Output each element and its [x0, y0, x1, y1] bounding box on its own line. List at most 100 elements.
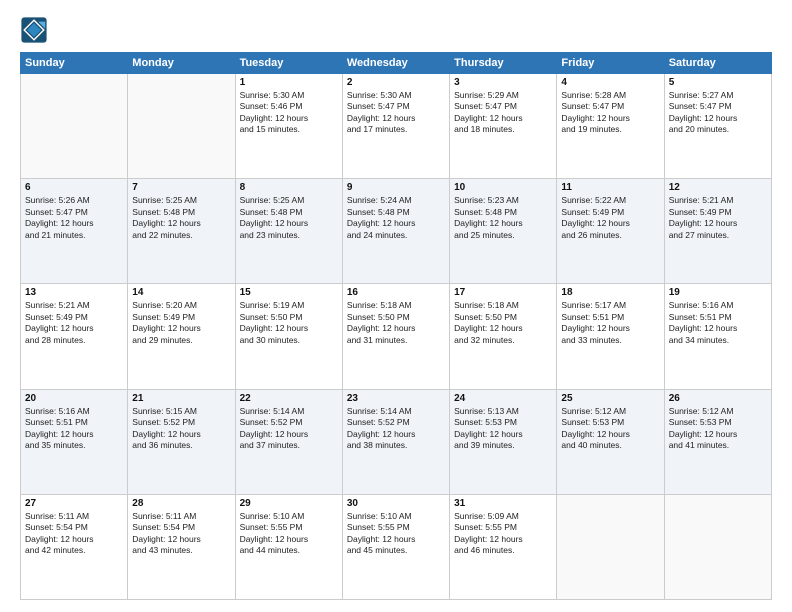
day-info: Sunrise: 5:16 AM Sunset: 5:51 PM Dayligh… — [669, 300, 767, 346]
calendar-cell: 27 Sunrise: 5:11 AM Sunset: 5:54 PM Dayli… — [21, 494, 128, 599]
calendar-cell: 22 Sunrise: 5:14 AM Sunset: 5:52 PM Dayli… — [235, 389, 342, 494]
calendar-cell: 13 Sunrise: 5:21 AM Sunset: 5:49 PM Dayli… — [21, 284, 128, 389]
col-header-wednesday: Wednesday — [342, 53, 449, 74]
calendar-cell: 18Sunrise: 5:17 AM Sunset: 5:51 PM Dayli… — [557, 284, 664, 389]
calendar-cell: 21Sunrise: 5:15 AM Sunset: 5:52 PM Dayli… — [128, 389, 235, 494]
calendar-cell: 8 Sunrise: 5:25 AM Sunset: 5:48 PM Daylig… — [235, 179, 342, 284]
calendar-cell: 30 Sunrise: 5:10 AM Sunset: 5:55 PM Dayli… — [342, 494, 449, 599]
day-info: Sunrise: 5:16 AM Sunset: 5:51 PM Dayligh… — [25, 406, 123, 452]
calendar-cell: 25 Sunrise: 5:12 AM Sunset: 5:53 PM Dayli… — [557, 389, 664, 494]
day-number: 23 — [347, 393, 445, 404]
calendar-cell: 7 Sunrise: 5:25 AM Sunset: 5:48 PM Daylig… — [128, 179, 235, 284]
calendar-cell: 10 Sunrise: 5:23 AM Sunset: 5:48 PM Dayli… — [450, 179, 557, 284]
calendar-cell: 6 Sunrise: 5:26 AM Sunset: 5:47 PM Daylig… — [21, 179, 128, 284]
calendar-cell: 26 Sunrise: 5:12 AM Sunset: 5:53 PM Dayli… — [664, 389, 771, 494]
calendar-cell: 2 Sunrise: 5:30 AM Sunset: 5:47 PM Daylig… — [342, 74, 449, 179]
calendar-cell: 11Sunrise: 5:22 AM Sunset: 5:49 PM Dayli… — [557, 179, 664, 284]
day-number: 14 — [132, 287, 230, 298]
day-number: 1 — [240, 77, 338, 88]
day-info: Sunrise: 5:24 AM Sunset: 5:48 PM Dayligh… — [347, 195, 445, 241]
day-info: Sunrise: 5:10 AM Sunset: 5:55 PM Dayligh… — [240, 511, 338, 557]
day-number: 19 — [669, 287, 767, 298]
calendar-table: SundayMondayTuesdayWednesdayThursdayFrid… — [20, 52, 772, 600]
day-number: 9 — [347, 182, 445, 193]
calendar-cell: 14 Sunrise: 5:20 AM Sunset: 5:49 PM Dayli… — [128, 284, 235, 389]
day-number: 16 — [347, 287, 445, 298]
day-number: 31 — [454, 498, 552, 509]
day-info: Sunrise: 5:22 AM Sunset: 5:49 PM Dayligh… — [561, 195, 659, 241]
day-info: Sunrise: 5:30 AM Sunset: 5:47 PM Dayligh… — [347, 90, 445, 136]
day-number: 28 — [132, 498, 230, 509]
col-header-friday: Friday — [557, 53, 664, 74]
day-number: 20 — [25, 393, 123, 404]
col-header-monday: Monday — [128, 53, 235, 74]
day-info: Sunrise: 5:12 AM Sunset: 5:53 PM Dayligh… — [561, 406, 659, 452]
day-number: 27 — [25, 498, 123, 509]
calendar-week-row: 13 Sunrise: 5:21 AM Sunset: 5:49 PM Dayli… — [21, 284, 772, 389]
calendar-cell: 15 Sunrise: 5:19 AM Sunset: 5:50 PM Dayli… — [235, 284, 342, 389]
day-number: 2 — [347, 77, 445, 88]
day-info: Sunrise: 5:14 AM Sunset: 5:52 PM Dayligh… — [240, 406, 338, 452]
day-info: Sunrise: 5:20 AM Sunset: 5:49 PM Dayligh… — [132, 300, 230, 346]
col-header-sunday: Sunday — [21, 53, 128, 74]
calendar-week-row: 1Sunrise: 5:30 AM Sunset: 5:46 PM Daylig… — [21, 74, 772, 179]
day-number: 25 — [561, 393, 659, 404]
day-info: Sunrise: 5:21 AM Sunset: 5:49 PM Dayligh… — [669, 195, 767, 241]
calendar-header-row: SundayMondayTuesdayWednesdayThursdayFrid… — [21, 53, 772, 74]
day-number: 12 — [669, 182, 767, 193]
day-info: Sunrise: 5:14 AM Sunset: 5:52 PM Dayligh… — [347, 406, 445, 452]
day-info: Sunrise: 5:12 AM Sunset: 5:53 PM Dayligh… — [669, 406, 767, 452]
calendar-cell: 23 Sunrise: 5:14 AM Sunset: 5:52 PM Dayli… — [342, 389, 449, 494]
day-info: Sunrise: 5:29 AM Sunset: 5:47 PM Dayligh… — [454, 90, 552, 136]
day-number: 30 — [347, 498, 445, 509]
day-info: Sunrise: 5:11 AM Sunset: 5:54 PM Dayligh… — [25, 511, 123, 557]
calendar-cell: 9 Sunrise: 5:24 AM Sunset: 5:48 PM Daylig… — [342, 179, 449, 284]
day-number: 24 — [454, 393, 552, 404]
day-number: 29 — [240, 498, 338, 509]
calendar-cell: 12 Sunrise: 5:21 AM Sunset: 5:49 PM Dayli… — [664, 179, 771, 284]
calendar-week-row: 6 Sunrise: 5:26 AM Sunset: 5:47 PM Daylig… — [21, 179, 772, 284]
day-number: 15 — [240, 287, 338, 298]
calendar-cell: 31 Sunrise: 5:09 AM Sunset: 5:55 PM Dayli… — [450, 494, 557, 599]
day-number: 7 — [132, 182, 230, 193]
col-header-tuesday: Tuesday — [235, 53, 342, 74]
day-info: Sunrise: 5:25 AM Sunset: 5:48 PM Dayligh… — [132, 195, 230, 241]
day-number: 26 — [669, 393, 767, 404]
header — [20, 16, 772, 44]
calendar-cell: 4Sunrise: 5:28 AM Sunset: 5:47 PM Daylig… — [557, 74, 664, 179]
logo-icon — [20, 16, 48, 44]
calendar-cell: 28 Sunrise: 5:11 AM Sunset: 5:54 PM Dayli… — [128, 494, 235, 599]
calendar-cell: 1Sunrise: 5:30 AM Sunset: 5:46 PM Daylig… — [235, 74, 342, 179]
page: SundayMondayTuesdayWednesdayThursdayFrid… — [0, 0, 792, 612]
day-number: 3 — [454, 77, 552, 88]
calendar-cell — [664, 494, 771, 599]
day-number: 13 — [25, 287, 123, 298]
calendar-cell: 16 Sunrise: 5:18 AM Sunset: 5:50 PM Dayli… — [342, 284, 449, 389]
day-number: 5 — [669, 77, 767, 88]
calendar-cell: 24 Sunrise: 5:13 AM Sunset: 5:53 PM Dayli… — [450, 389, 557, 494]
day-number: 8 — [240, 182, 338, 193]
day-number: 10 — [454, 182, 552, 193]
day-info: Sunrise: 5:11 AM Sunset: 5:54 PM Dayligh… — [132, 511, 230, 557]
day-info: Sunrise: 5:21 AM Sunset: 5:49 PM Dayligh… — [25, 300, 123, 346]
day-number: 22 — [240, 393, 338, 404]
calendar-cell: 29 Sunrise: 5:10 AM Sunset: 5:55 PM Dayli… — [235, 494, 342, 599]
day-info: Sunrise: 5:13 AM Sunset: 5:53 PM Dayligh… — [454, 406, 552, 452]
day-info: Sunrise: 5:17 AM Sunset: 5:51 PM Dayligh… — [561, 300, 659, 346]
day-info: Sunrise: 5:15 AM Sunset: 5:52 PM Dayligh… — [132, 406, 230, 452]
day-info: Sunrise: 5:25 AM Sunset: 5:48 PM Dayligh… — [240, 195, 338, 241]
calendar-cell: 5 Sunrise: 5:27 AM Sunset: 5:47 PM Daylig… — [664, 74, 771, 179]
calendar-week-row: 27 Sunrise: 5:11 AM Sunset: 5:54 PM Dayli… — [21, 494, 772, 599]
day-info: Sunrise: 5:23 AM Sunset: 5:48 PM Dayligh… — [454, 195, 552, 241]
day-number: 6 — [25, 182, 123, 193]
day-info: Sunrise: 5:19 AM Sunset: 5:50 PM Dayligh… — [240, 300, 338, 346]
day-info: Sunrise: 5:09 AM Sunset: 5:55 PM Dayligh… — [454, 511, 552, 557]
day-info: Sunrise: 5:18 AM Sunset: 5:50 PM Dayligh… — [347, 300, 445, 346]
calendar-cell — [21, 74, 128, 179]
day-info: Sunrise: 5:27 AM Sunset: 5:47 PM Dayligh… — [669, 90, 767, 136]
calendar-cell — [557, 494, 664, 599]
calendar-week-row: 20 Sunrise: 5:16 AM Sunset: 5:51 PM Dayli… — [21, 389, 772, 494]
day-info: Sunrise: 5:10 AM Sunset: 5:55 PM Dayligh… — [347, 511, 445, 557]
day-info: Sunrise: 5:26 AM Sunset: 5:47 PM Dayligh… — [25, 195, 123, 241]
day-number: 4 — [561, 77, 659, 88]
